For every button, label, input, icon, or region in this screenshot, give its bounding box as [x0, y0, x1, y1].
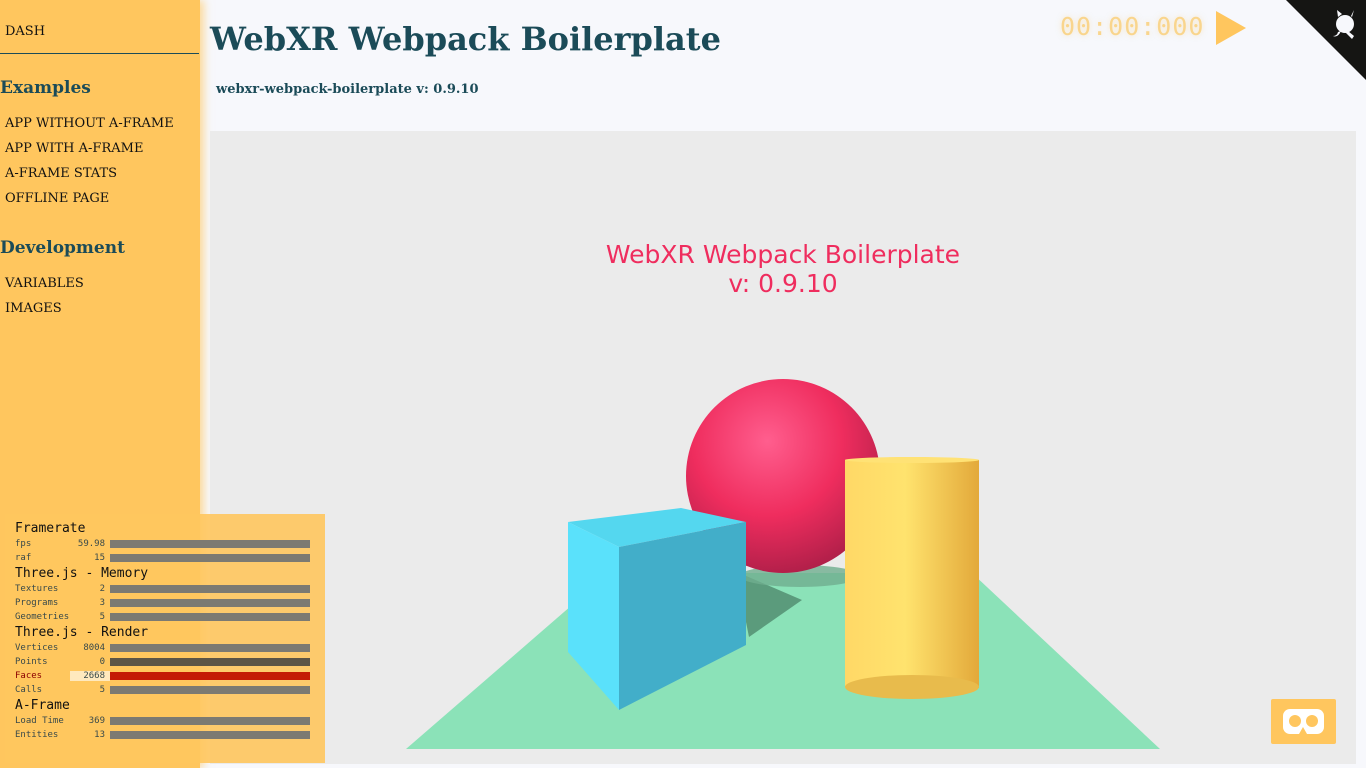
- stat-row-calls: Calls 5: [15, 683, 315, 697]
- stat-graph: [110, 613, 310, 621]
- stat-row-vertices: Vertices 8004: [15, 641, 315, 655]
- stat-value: 2668: [70, 671, 110, 681]
- stat-graph: [110, 731, 310, 739]
- stats-group-render: Three.js - Render Vertices 8004 Points 0…: [15, 625, 315, 697]
- stats-group-title: Framerate: [15, 521, 86, 536]
- stat-graph: [110, 686, 310, 694]
- stat-row-faces: Faces 2668: [15, 669, 315, 683]
- sidebar-item-aframe-stats[interactable]: A-FRAME STATS: [0, 166, 200, 191]
- cylinder: [845, 457, 979, 699]
- stat-label: Geometries: [15, 612, 70, 622]
- sidebar-item-app-with-aframe[interactable]: APP WITH A-FRAME: [0, 141, 200, 166]
- play-icon[interactable]: [1214, 10, 1248, 46]
- stat-label: fps: [15, 539, 32, 549]
- stat-label: Points: [15, 657, 48, 667]
- stat-label: raf: [15, 553, 32, 563]
- stat-row-geometries: Geometries 5: [15, 610, 315, 624]
- stat-row-programs: Programs 3: [15, 596, 315, 610]
- stat-row-load-time: Load Time 369: [15, 714, 315, 728]
- github-corner[interactable]: [1286, 0, 1366, 80]
- vr-headset-icon: [1283, 709, 1324, 734]
- sidebar-heading-development: Development: [0, 238, 125, 258]
- sidebar-item-offline-page[interactable]: OFFLINE PAGE: [0, 191, 200, 216]
- sidebar-dash-link[interactable]: DASH: [0, 0, 199, 54]
- stat-value: 3: [99, 598, 105, 608]
- stat-value: 13: [94, 730, 105, 740]
- scene-text-line1: WebXR Webpack Boilerplate: [605, 240, 961, 269]
- stats-group-title: A-Frame: [15, 698, 70, 713]
- stat-label: Calls: [15, 685, 43, 695]
- stat-value: 369: [88, 716, 105, 726]
- stat-value: 15: [94, 553, 105, 563]
- stat-label: Faces: [15, 671, 43, 681]
- stats-group-title: Three.js - Render: [15, 625, 149, 640]
- stat-value: 0: [99, 657, 105, 667]
- stat-row-fps: fps 59.98: [15, 537, 315, 551]
- page-title: WebXR Webpack Boilerplate: [210, 20, 721, 58]
- scene-text: WebXR Webpack Boilerplate v: 0.9.10: [210, 240, 1356, 298]
- stat-label: Load Time: [15, 716, 64, 726]
- stat-value: 59.98: [77, 539, 105, 549]
- scene-canvas: [406, 379, 1160, 749]
- sidebar-heading-examples: Examples: [0, 78, 91, 98]
- stat-graph: [110, 672, 310, 680]
- stat-row-entities: Entities 13: [15, 728, 315, 742]
- stats-group-aframe: A-Frame Load Time 369 Entities 13: [15, 698, 315, 742]
- stats-group-title: Three.js - Memory: [15, 566, 149, 581]
- sidebar-examples-list: APP WITHOUT A-FRAME APP WITH A-FRAME A-F…: [0, 116, 200, 216]
- stats-panel: Framerate fps 59.98 raf 15 Three.js - Me…: [5, 514, 325, 763]
- stat-graph: [110, 554, 310, 562]
- stats-group-memory: Three.js - Memory Textures 2 Programs 3 …: [15, 566, 315, 624]
- stat-graph: [110, 540, 310, 548]
- sidebar-item-images[interactable]: IMAGES: [0, 301, 200, 326]
- stat-value: 5: [99, 612, 105, 622]
- stat-value: 5: [99, 685, 105, 695]
- aframe-scene[interactable]: WebXR Webpack Boilerplate v: 0.9.10: [210, 131, 1356, 764]
- scene-text-line2: v: 0.9.10: [728, 269, 838, 298]
- stat-graph: [110, 658, 310, 666]
- stat-graph: [110, 599, 310, 607]
- stat-row-points: Points 0: [15, 655, 315, 669]
- stat-row-raf: raf 15: [15, 551, 315, 565]
- stat-graph: [110, 717, 310, 725]
- stat-row-textures: Textures 2: [15, 582, 315, 596]
- stat-label: Textures: [15, 584, 59, 594]
- stat-graph: [110, 585, 310, 593]
- version-subtitle: webxr-webpack-boilerplate v: 0.9.10: [216, 82, 479, 97]
- enter-vr-button[interactable]: [1271, 699, 1336, 744]
- stat-label: Programs: [15, 598, 59, 608]
- stat-graph: [110, 644, 310, 652]
- stats-group-framerate: Framerate fps 59.98 raf 15: [15, 521, 315, 565]
- stat-label: Entities: [15, 730, 59, 740]
- timer-display: 00:00:000: [1060, 12, 1205, 41]
- stat-label: Vertices: [15, 643, 59, 653]
- stat-value: 2: [99, 584, 105, 594]
- sidebar-item-app-without-aframe[interactable]: APP WITHOUT A-FRAME: [0, 116, 200, 141]
- sidebar-development-list: VARIABLES IMAGES: [0, 276, 200, 326]
- stat-value: 8004: [83, 643, 105, 653]
- sidebar-item-variables[interactable]: VARIABLES: [0, 276, 200, 301]
